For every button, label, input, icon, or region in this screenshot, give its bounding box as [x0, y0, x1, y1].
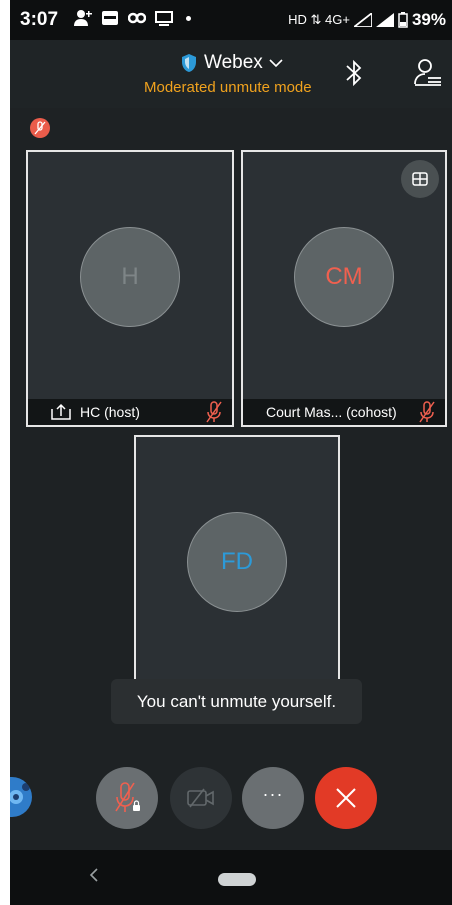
status-bar: 3:07 HD ⇅ 4G+ 39% [10, 0, 452, 40]
avatar: CM [294, 227, 394, 327]
status-time: 3:07 [20, 9, 59, 30]
chevron-down-icon [269, 59, 283, 68]
back-icon[interactable] [88, 865, 100, 885]
meeting-header: Webex Moderated unmute mode [10, 40, 452, 108]
mode-subtitle: Moderated unmute mode [144, 79, 312, 96]
assistant-icon [10, 783, 30, 804]
layout-toggle-button[interactable] [401, 160, 439, 198]
network-label: HD ⇅ 4G+ [288, 12, 350, 27]
participant-tile-self[interactable]: FD [134, 435, 340, 695]
mic-off-icon [34, 121, 46, 135]
participant-name: HC (host) [80, 404, 140, 420]
meeting-title-dropdown[interactable]: Webex [180, 52, 283, 74]
status-notification-icons [74, 9, 191, 27]
audio-muted-indicator [30, 118, 50, 138]
more-notifications-dot [186, 15, 191, 21]
video-button[interactable] [170, 767, 232, 829]
more-options-label: ··· [262, 783, 284, 804]
participant-name-bar: Court Mas... (cohost) [243, 399, 445, 425]
toast-text: You can't unmute yourself. [136, 691, 337, 711]
app-title: Webex [204, 52, 263, 73]
share-screen-icon [51, 403, 71, 420]
participant-name-bar: HC (host) [28, 399, 232, 425]
webex-meeting-screen: 3:07 HD ⇅ 4G+ 39% Webex Moderated unmute… [10, 0, 452, 905]
mic-off-icon [419, 401, 435, 423]
avatar: H [80, 227, 180, 327]
mute-button-locked[interactable] [96, 767, 158, 829]
toast-message: You can't unmute yourself. [111, 679, 362, 724]
avatar: FD [187, 512, 287, 612]
camera-off-icon [187, 788, 214, 808]
signal-icon [353, 13, 372, 27]
participant-tile-cohost[interactable]: CM Court Mas... (cohost) [241, 150, 447, 427]
cast-icon [128, 12, 146, 24]
system-nav-bar [10, 850, 452, 905]
participants-icon[interactable] [414, 56, 442, 88]
mic-off-icon [206, 401, 222, 423]
monitor-icon [155, 11, 173, 26]
close-icon [336, 788, 356, 808]
home-pill[interactable] [218, 873, 256, 886]
floating-assistant-bubble[interactable] [10, 777, 32, 817]
status-right: HD ⇅ 4G+ 39% [288, 10, 446, 30]
layout-grid-icon [412, 172, 428, 186]
bluetooth-icon[interactable] [343, 57, 365, 89]
person-add-icon [74, 10, 92, 26]
end-call-button[interactable] [315, 767, 377, 829]
signal-icon-2 [375, 13, 394, 27]
battery-percent: 39% [411, 10, 446, 29]
mic-off-icon [115, 782, 140, 812]
battery-icon [398, 12, 408, 28]
participant-name: Court Mas... (cohost) [266, 404, 397, 420]
more-options-button[interactable]: ··· [242, 767, 304, 829]
participant-tile-host[interactable]: H HC (host) [26, 150, 234, 427]
shield-icon [182, 54, 196, 72]
app-badge-icon [102, 11, 118, 25]
